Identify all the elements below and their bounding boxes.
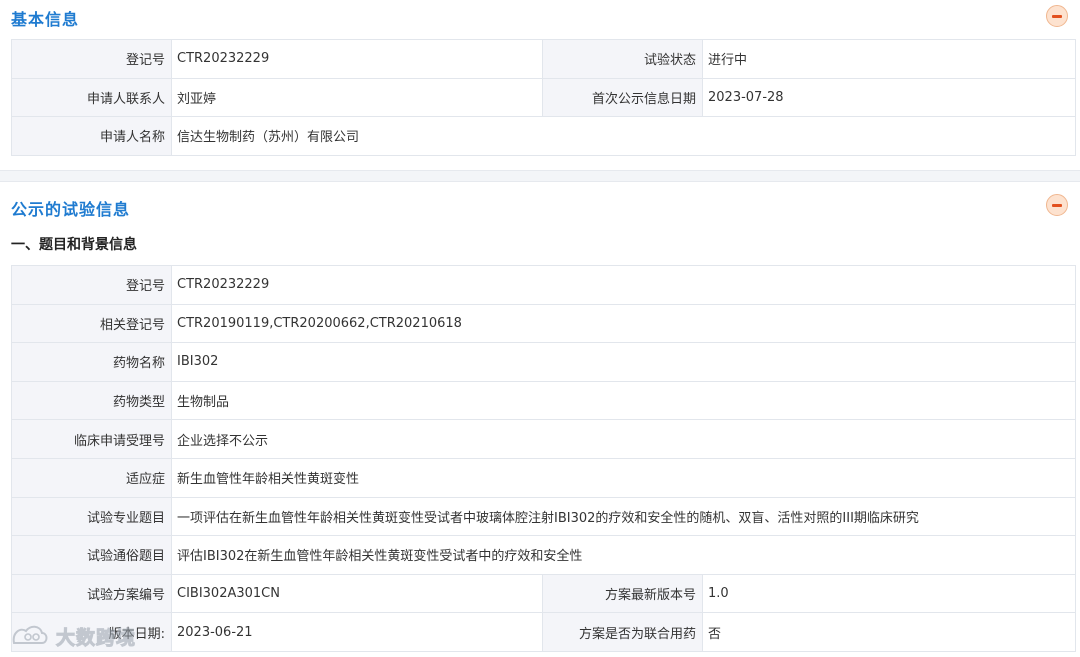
protocol-no-label: 试验方案编号: [11, 573, 172, 614]
table-row: 版本日期: 2023-06-21 方案是否为联合用药 否: [11, 612, 1077, 652]
trial-info-table: 登记号 CTR20232229 相关登记号 CTR20190119,CTR202…: [11, 265, 1077, 652]
row-value: 评估IBI302在新生血管性年龄相关性黄斑变性受试者中的疗效和安全性: [170, 535, 1077, 575]
row-label: 相关登记号: [11, 303, 172, 344]
trial-status-label: 试验状态: [542, 39, 703, 79]
version-date-value: 2023-06-21: [171, 612, 543, 652]
collapse-trial-icon[interactable]: [1046, 194, 1068, 216]
trial-status-value: 进行中: [702, 39, 1076, 79]
table-row: 相关登记号 CTR20190119,CTR20200662,CTR2021061…: [11, 303, 1077, 344]
registration-no-label: 登记号: [11, 39, 172, 79]
contact-value: 刘亚婷: [171, 77, 543, 118]
section-divider: [0, 170, 1080, 182]
combination-label: 方案是否为联合用药: [542, 612, 703, 652]
table-row: 药物类型 生物制品: [11, 380, 1077, 421]
row-value: 一项评估在新生血管性年龄相关性黄斑变性受试者中玻璃体腔注射IBI302的疗效和安…: [170, 496, 1077, 537]
row-label: 试验专业题目: [11, 496, 172, 537]
registration-no-value: CTR20232229: [171, 39, 543, 79]
row-value: IBI302: [170, 342, 1077, 382]
row-label: 登记号: [11, 265, 172, 305]
table-row: 登记号 CTR20232229: [11, 265, 1077, 305]
row-label: 适应症: [11, 457, 172, 498]
background-subheading: 一、题目和背景信息: [11, 237, 137, 253]
row-label: 药物类型: [11, 380, 172, 421]
basic-info-section: 基本信息 登记号 CTR20232229 试验状态 进行中 申请人联系人 刘亚婷…: [0, 0, 1080, 170]
watermark-logo-icon: [12, 625, 48, 644]
table-row: 适应症 新生血管性年龄相关性黄斑变性: [11, 457, 1077, 498]
collapse-basic-icon[interactable]: [1046, 5, 1068, 27]
table-row: 试验方案编号 CIBI302A301CN 方案最新版本号 1.0: [11, 573, 1077, 614]
trial-info-title: 公示的试验信息: [11, 200, 131, 219]
row-value: CTR20232229: [170, 265, 1077, 305]
row-label: 临床申请受理号: [11, 419, 172, 459]
table-row: 临床申请受理号 企业选择不公示: [11, 419, 1077, 459]
combination-value: 否: [701, 612, 1077, 652]
basic-info-table: 登记号 CTR20232229 试验状态 进行中 申请人联系人 刘亚婷 首次公示…: [11, 39, 1076, 156]
row-value: 新生血管性年龄相关性黄斑变性: [170, 457, 1077, 498]
table-row: 申请人联系人 刘亚婷 首次公示信息日期 2023-07-28: [11, 77, 1076, 118]
basic-info-title: 基本信息: [11, 10, 80, 29]
protocol-version-value: 1.0: [701, 573, 1077, 614]
trial-info-section: 公示的试验信息 一、题目和背景信息 登记号 CTR20232229 相关登记号 …: [0, 183, 1080, 657]
row-value: 生物制品: [170, 380, 1077, 421]
table-row: 登记号 CTR20232229 试验状态 进行中: [11, 39, 1076, 79]
applicant-name-value: 信达生物制药（苏州）有限公司: [171, 116, 1076, 156]
protocol-version-label: 方案最新版本号: [542, 573, 703, 614]
row-value: CTR20190119,CTR20200662,CTR20210618: [170, 303, 1077, 344]
watermark-text: 大数跨境: [55, 626, 137, 649]
first-publish-date-label: 首次公示信息日期: [542, 77, 703, 118]
table-row: 试验专业题目 一项评估在新生血管性年龄相关性黄斑变性受试者中玻璃体腔注射IBI3…: [11, 496, 1077, 537]
row-label: 试验通俗题目: [11, 535, 172, 575]
table-row: 申请人名称 信达生物制药（苏州）有限公司: [11, 116, 1076, 156]
contact-label: 申请人联系人: [11, 77, 172, 118]
first-publish-date-value: 2023-07-28: [702, 77, 1076, 118]
table-row: 试验通俗题目 评估IBI302在新生血管性年龄相关性黄斑变性受试者中的疗效和安全…: [11, 535, 1077, 575]
protocol-no-value: CIBI302A301CN: [171, 573, 543, 614]
applicant-name-label: 申请人名称: [11, 116, 172, 156]
row-label: 药物名称: [11, 342, 172, 382]
row-value: 企业选择不公示: [170, 419, 1077, 459]
watermark: 大数跨境: [10, 621, 136, 651]
table-row: 药物名称 IBI302: [11, 342, 1077, 382]
